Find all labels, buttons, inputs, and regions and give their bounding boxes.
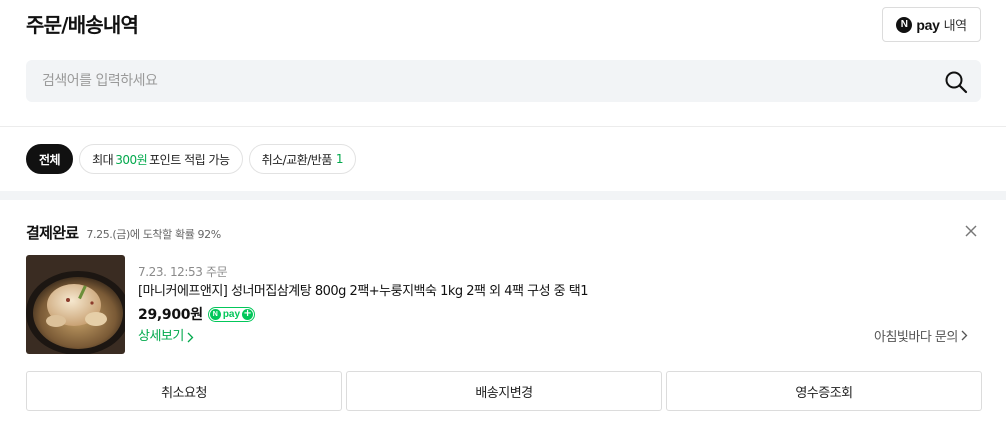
npay-badge-logo-icon: N [209,308,221,320]
filter-chip-points-prefix: 최대 [92,152,114,167]
search-input[interactable] [42,60,922,102]
price-row: 29,900원 N pay + [138,303,838,325]
order-info: 7.23. 12:53 주문 [마니커에프앤지] 성너머집삼계탕 800g 2팩… [138,263,838,348]
filter-chip-cancel-return[interactable]: 취소/교환/반품 1 [248,144,357,174]
npay-plus-badge: N pay + [207,306,256,322]
header-divider [0,126,1006,127]
change-address-button[interactable]: 배송지변경 [346,371,662,411]
filter-chip-cancel-return-label: 취소/교환/반품 [261,152,333,167]
order-detail-label: 상세보기 [138,329,184,344]
filter-chip-cancel-return-count: 1 [335,152,344,166]
filter-chips: 전체 최대 300원 포인트 적립 가능 취소/교환/반품 1 [26,144,357,174]
filter-chip-points-suffix: 포인트 적립 가능 [149,152,230,167]
npay-badge-brand: pay [222,308,241,320]
npay-logo-icon: N [896,16,913,33]
close-icon[interactable] [962,222,980,240]
filter-chip-points-amount: 300원 [115,152,148,167]
product-name[interactable]: [마니커에프앤지] 성너머집삼계탕 800g 2팩+누룽지백숙 1kg 2팩 외… [138,281,838,303]
chevron-right-icon [187,332,194,342]
receipt-button[interactable]: 영수증조회 [666,371,982,411]
delivery-probability: 7.25.(금)에 도착할 확률 92% [86,228,221,241]
cancel-request-button[interactable]: 취소요청 [26,371,342,411]
section-divider [0,191,1006,200]
search-bar [26,60,981,102]
order-price: 29,900원 [138,307,203,323]
order-actions: 취소요청 배송지변경 영수증조회 [26,371,982,411]
filter-chip-all[interactable]: 전체 [26,144,74,174]
filter-chip-points[interactable]: 최대 300원 포인트 적립 가능 [79,144,243,174]
order-date: 7.23. 12:53 주문 [138,265,228,279]
order-detail-link[interactable]: 상세보기 [138,326,194,348]
npay-history-label: 내역 [943,19,967,34]
plus-icon: + [242,308,254,320]
order-status-line: 결제완료 7.25.(금)에 도착할 확률 92% [26,222,221,243]
page-title: 주문/배송내역 [26,13,139,37]
chevron-right-icon [961,330,968,341]
product-thumbnail[interactable] [26,255,125,354]
seller-inquiry-link[interactable]: 아침빛바다 문의 [874,326,968,345]
npay-brand-label: pay [916,16,940,33]
npay-history-button[interactable]: N pay 내역 [882,7,981,42]
seller-inquiry-label: 아침빛바다 문의 [874,330,958,345]
order-status: 결제완료 [26,224,79,242]
search-icon[interactable] [944,70,968,94]
